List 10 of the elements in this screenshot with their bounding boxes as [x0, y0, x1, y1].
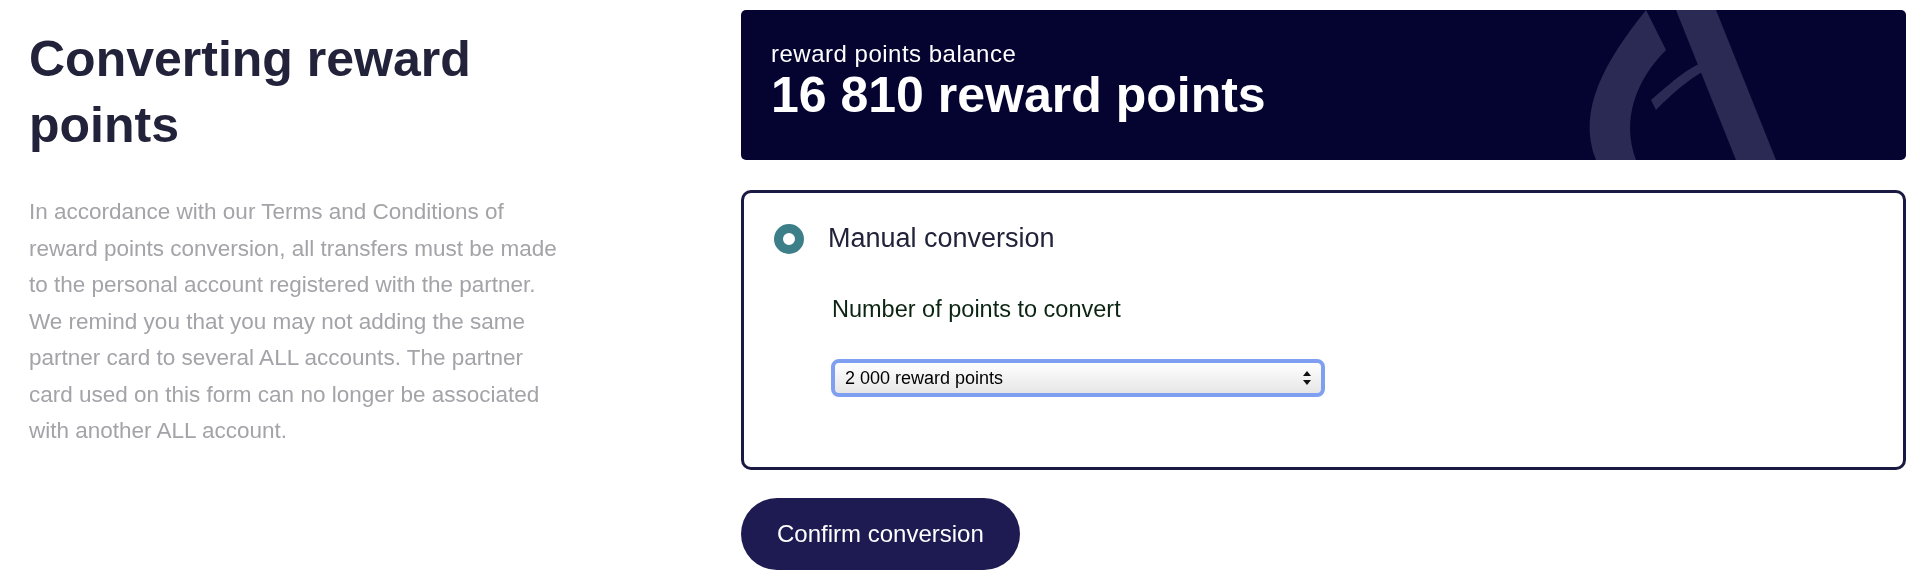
- radio-button[interactable]: [774, 223, 804, 254]
- balance-value: 16 810 reward points: [771, 68, 1267, 122]
- confirm-button[interactable]: Confirm conversion: [741, 498, 1020, 570]
- balance-label: reward points balance: [771, 40, 1018, 68]
- terms-paragraph: In accordance with our Terms and Conditions of reward points conversion, all transfers must be made to the personal account registered with the partner. We remind you that you may not adding the same partner card to several ALL accounts. The partner card used on this form can no longer be associated with another ALL account.: [29, 198, 558, 445]
- option-label: Manual conversion: [828, 223, 1055, 254]
- updown-icon: [1303, 371, 1311, 385]
- points-select[interactable]: 2 000 reward points: [831, 359, 1325, 397]
- page-title: Converting reward points: [29, 30, 472, 155]
- field-label: Number of points to convert: [832, 296, 1121, 323]
